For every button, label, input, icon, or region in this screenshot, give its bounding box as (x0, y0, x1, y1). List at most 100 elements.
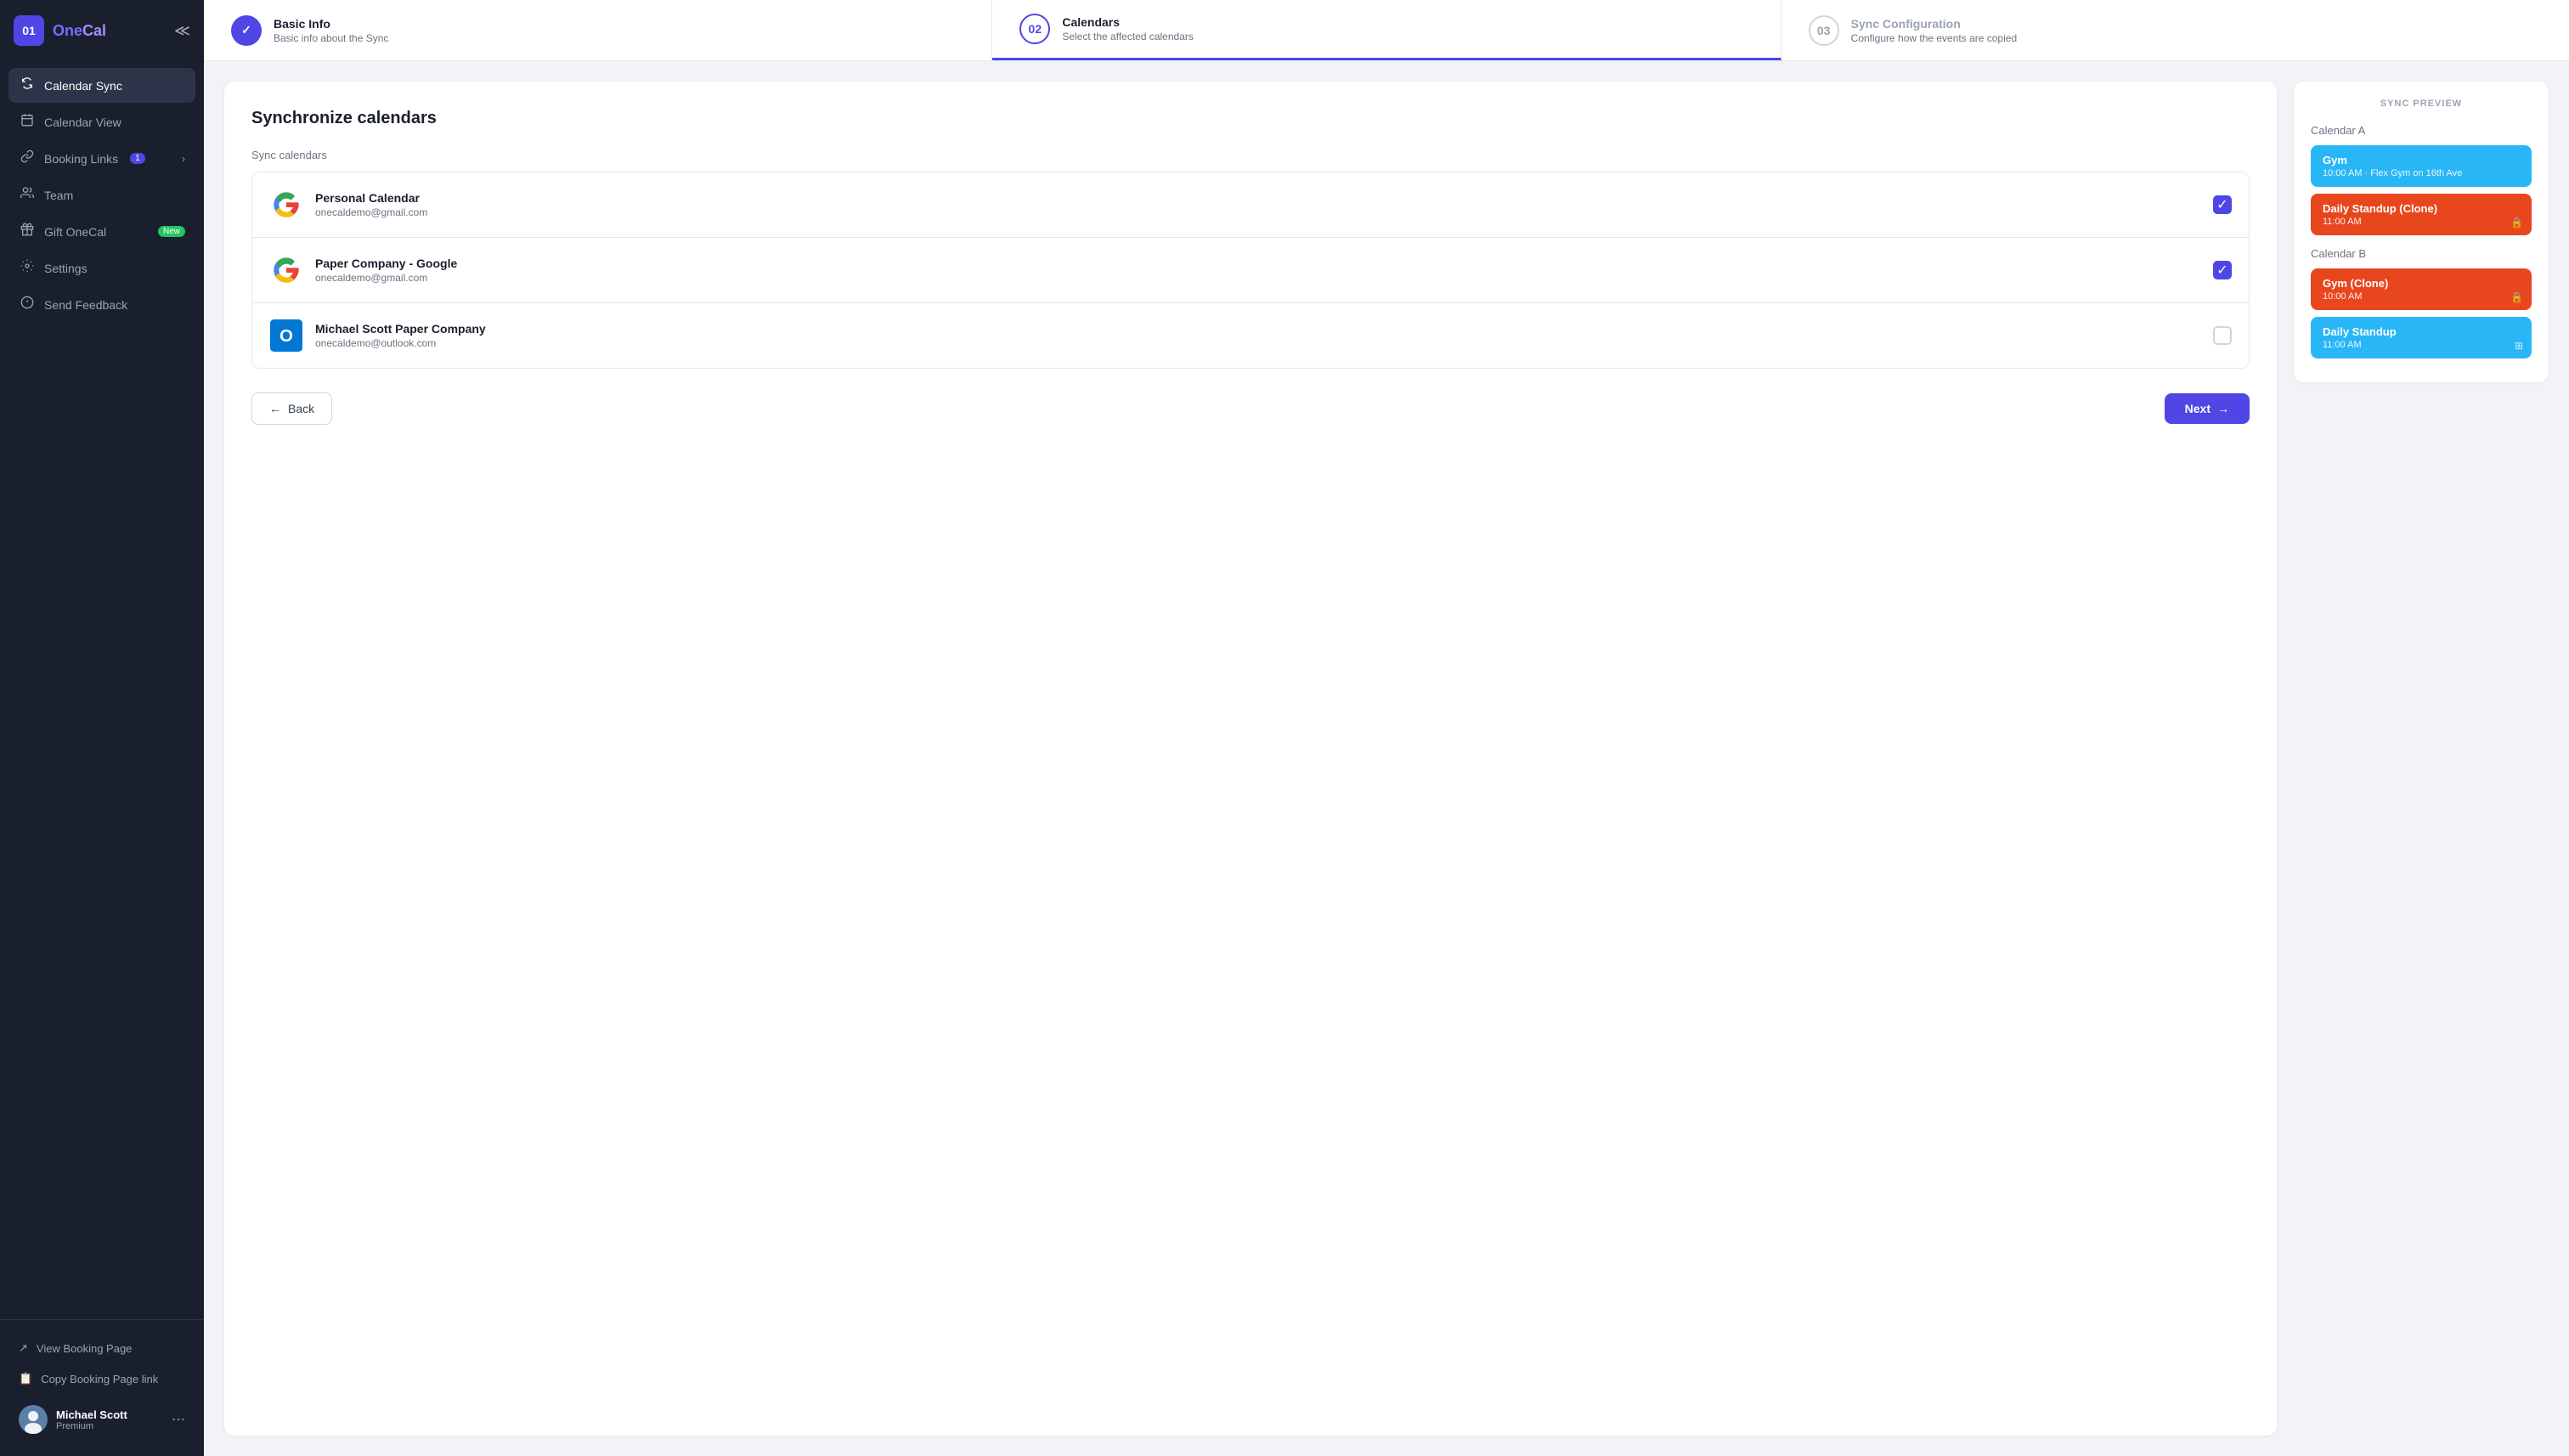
gift-icon (19, 223, 36, 240)
preview-calendar-b-label: Calendar B (2311, 247, 2532, 260)
sync-preview-panel: SYNC PREVIEW Calendar A Gym 10:00 AM · F… (2294, 82, 2549, 382)
calendar-personal-info: Personal Calendar onecaldemo@gmail.com (315, 191, 2201, 218)
sidebar-nav: Calendar Sync Calendar View Booking Link… (0, 61, 204, 1319)
logo-text: OneCal (53, 22, 106, 40)
calendar-paper-email: onecaldemo@gmail.com (315, 272, 2201, 284)
sidebar-item-settings-label: Settings (44, 262, 88, 275)
preview-event-daily-standup: Daily Standup 11:00 AM ⊞ (2311, 317, 2532, 358)
step-sync-config-sub: Configure how the events are copied (1851, 32, 2017, 44)
preview-event-gym-time: 10:00 AM · Flex Gym on 16th Ave (2323, 168, 2520, 178)
calendar-michael-name: Michael Scott Paper Company (315, 322, 2201, 336)
calendar-item-michael-scott: O Michael Scott Paper Company onecaldemo… (252, 303, 2249, 368)
main: ✓ Basic Info Basic info about the Sync 0… (204, 0, 2569, 1456)
step-basic-info[interactable]: ✓ Basic Info Basic info about the Sync (204, 0, 992, 60)
copy-booking-page-link-button[interactable]: 📋 Copy Booking Page link (8, 1364, 195, 1393)
calendar-michael-checkbox[interactable] (2213, 326, 2232, 345)
copy-booking-page-label: Copy Booking Page link (41, 1373, 158, 1385)
preview-event-gym-clone-time: 10:00 AM (2323, 291, 2520, 302)
preview-event-standup-clone-a-time: 11:00 AM (2323, 217, 2520, 227)
booking-links-arrow-icon: › (182, 153, 185, 165)
sidebar-item-gift-onecal-label: Gift OneCal (44, 225, 106, 239)
copy-icon: 📋 (19, 1372, 32, 1385)
step-calendars-sub: Select the affected calendars (1062, 31, 1194, 42)
preview-event-standup-clone-a: Daily Standup (Clone) 11:00 AM 🔒 (2311, 194, 2532, 235)
calendar-personal-name: Personal Calendar (315, 191, 2201, 205)
team-icon (19, 186, 36, 204)
sidebar-item-send-feedback-label: Send Feedback (44, 298, 127, 312)
page-title: Synchronize calendars (251, 109, 2250, 128)
lock-icon-gym-clone: 🔒 (2510, 291, 2523, 303)
view-booking-page-label: View Booking Page (37, 1342, 133, 1355)
step-calendars[interactable]: 02 Calendars Select the affected calenda… (992, 0, 1781, 60)
preview-calendar-a-label: Calendar A (2311, 124, 2532, 137)
card-actions: ← Back Next → (251, 392, 2250, 425)
outlook-icon-michael: O (269, 319, 303, 353)
step-calendars-info: Calendars Select the affected calendars (1062, 15, 1194, 42)
step-sync-configuration[interactable]: 03 Sync Configuration Configure how the … (1781, 0, 2569, 60)
step-calendars-circle: 02 (1019, 14, 1050, 44)
stepper: ✓ Basic Info Basic info about the Sync 0… (204, 0, 2569, 61)
view-booking-page-button[interactable]: ↗ View Booking Page (8, 1334, 195, 1363)
gift-new-badge: New (158, 226, 185, 237)
preview-event-standup-clone-a-name: Daily Standup (Clone) (2323, 202, 2520, 215)
sync-calendars-section-label: Sync calendars (251, 149, 2250, 161)
sidebar-item-settings[interactable]: Settings (8, 251, 195, 285)
sidebar-header: 01 OneCal ≪ (0, 0, 204, 61)
sidebar-collapse-button[interactable]: ≪ (174, 22, 190, 40)
calendar-paper-name: Paper Company - Google (315, 257, 2201, 270)
external-link-icon: ↗ (19, 1341, 28, 1355)
preview-event-gym: Gym 10:00 AM · Flex Gym on 16th Ave (2311, 145, 2532, 187)
sidebar-bottom: ↗ View Booking Page 📋 Copy Booking Page … (0, 1319, 204, 1456)
sidebar-item-gift-onecal[interactable]: Gift OneCal New (8, 214, 195, 249)
user-info: Michael Scott Premium (56, 1408, 163, 1431)
sidebar-item-calendar-sync[interactable]: Calendar Sync (8, 68, 195, 103)
user-menu-button[interactable]: ⋯ (172, 1411, 185, 1428)
booking-links-icon (19, 150, 36, 167)
next-arrow-icon: → (2217, 402, 2229, 415)
calendar-paper-info: Paper Company - Google onecaldemo@gmail.… (315, 257, 2201, 284)
sync-card: Synchronize calendars Sync calendars Per… (224, 82, 2277, 1436)
sidebar-item-send-feedback[interactable]: Send Feedback (8, 287, 195, 322)
preview-event-standup-time: 11:00 AM (2323, 340, 2520, 350)
sidebar-item-booking-links[interactable]: Booking Links 1 › (8, 141, 195, 176)
lock-icon-standup-a: 🔒 (2510, 217, 2523, 229)
next-button[interactable]: Next → (2165, 393, 2250, 424)
back-button[interactable]: ← Back (251, 392, 332, 425)
step-basic-info-circle: ✓ (231, 15, 262, 46)
calendar-item-personal: Personal Calendar onecaldemo@gmail.com ✓ (252, 172, 2249, 238)
calendar-michael-info: Michael Scott Paper Company onecaldemo@o… (315, 322, 2201, 349)
sidebar-item-calendar-sync-label: Calendar Sync (44, 79, 122, 93)
back-arrow-icon: ← (269, 402, 281, 415)
step-sync-config-label: Sync Configuration (1851, 17, 2017, 31)
avatar (19, 1405, 48, 1434)
sidebar: 01 OneCal ≪ Calendar Sync Calendar View (0, 0, 204, 1456)
user-plan: Premium (56, 1421, 163, 1431)
step-sync-config-info: Sync Configuration Configure how the eve… (1851, 17, 2017, 44)
google-icon-personal (269, 188, 303, 222)
calendar-sync-icon (19, 76, 36, 94)
step-basic-info-info: Basic Info Basic info about the Sync (274, 17, 388, 44)
user-row: Michael Scott Premium ⋯ (8, 1397, 195, 1442)
step-sync-config-circle: 03 (1809, 15, 1839, 46)
preview-event-gym-clone: Gym (Clone) 10:00 AM 🔒 (2311, 268, 2532, 310)
calendar-paper-checkbox[interactable]: ✓ (2213, 261, 2232, 279)
copy-icon-standup: ⊞ (2515, 340, 2523, 352)
preview-event-standup-name: Daily Standup (2323, 325, 2520, 338)
booking-links-badge: 1 (130, 153, 145, 164)
content-area: Synchronize calendars Sync calendars Per… (204, 61, 2569, 1456)
sync-preview-title: SYNC PREVIEW (2311, 99, 2532, 109)
sidebar-item-team-label: Team (44, 189, 73, 202)
back-button-label: Back (288, 402, 314, 415)
calendar-michael-email: onecaldemo@outlook.com (315, 337, 2201, 349)
calendar-personal-checkbox[interactable]: ✓ (2213, 195, 2232, 214)
preview-event-gym-clone-name: Gym (Clone) (2323, 277, 2520, 290)
step-basic-info-label: Basic Info (274, 17, 388, 31)
calendar-personal-email: onecaldemo@gmail.com (315, 206, 2201, 218)
sidebar-item-team[interactable]: Team (8, 178, 195, 212)
calendar-view-icon (19, 113, 36, 131)
sidebar-item-calendar-view[interactable]: Calendar View (8, 104, 195, 139)
user-name: Michael Scott (56, 1408, 163, 1421)
preview-event-gym-name: Gym (2323, 154, 2520, 166)
settings-icon (19, 259, 36, 277)
feedback-icon (19, 296, 36, 313)
